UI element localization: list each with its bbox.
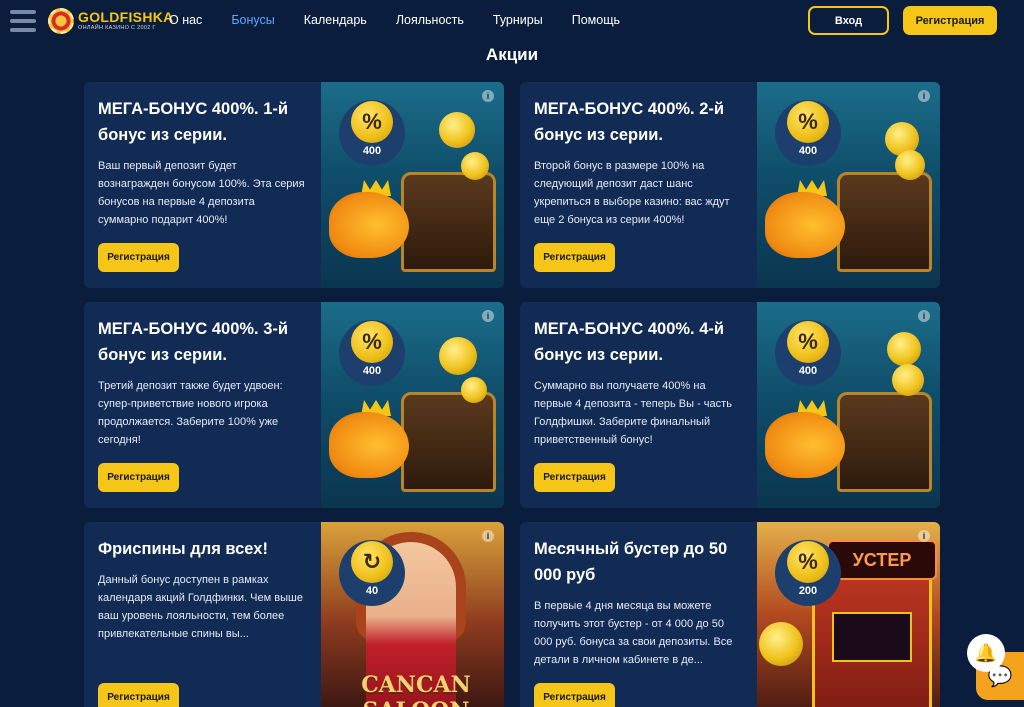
promo-image[interactable]: % 400 i xyxy=(757,302,940,508)
nav-link-help[interactable]: Помощь xyxy=(572,12,620,28)
promo-title: МЕГА-БОНУС 400%. 4-й бонус из серии. xyxy=(534,320,725,364)
promo-description: Третий депозит также будет удвоен: супер… xyxy=(98,380,283,446)
promo-title: МЕГА-БОНУС 400%. 3-й бонус из серии. xyxy=(98,320,289,364)
bonus-badge: ↻ 40 xyxy=(339,540,405,606)
promo-title: Месячный бустер до 50 000 руб xyxy=(534,540,728,584)
gold-coin-image xyxy=(759,622,803,666)
goldfish-image xyxy=(765,192,845,258)
site-logo[interactable]: GOLDFISHKA ОНЛАЙН КАЗИНО С 2002 Г xyxy=(48,6,174,36)
badge-value: 200 xyxy=(798,585,818,597)
badge-value: 400 xyxy=(362,365,382,377)
percent-coin-icon: % xyxy=(351,101,393,143)
promo-title: Фриспины для всех! xyxy=(98,540,268,558)
info-icon[interactable]: i xyxy=(482,310,494,322)
promo-image[interactable]: % 400 i xyxy=(321,82,504,288)
info-icon[interactable]: i xyxy=(482,530,494,542)
promo-register-button[interactable]: Регистрация xyxy=(98,683,179,707)
casino-chip-icon xyxy=(48,8,74,34)
percent-coin-icon: % xyxy=(787,101,829,143)
promo-register-button[interactable]: Регистрация xyxy=(534,463,615,492)
treasure-chest-image xyxy=(401,172,496,272)
promo-card: Фриспины для всех! Данный бонус доступен… xyxy=(84,522,504,707)
promo-register-button[interactable]: Регистрация xyxy=(534,683,615,707)
cancan-saloon-logo: CANCAN SALOON xyxy=(361,672,471,707)
treasure-chest-image xyxy=(837,172,932,272)
nav-link-bonuses[interactable]: Бонусы xyxy=(231,12,274,28)
promo-image[interactable]: CANCAN SALOON ↻ 40 i xyxy=(321,522,504,707)
gold-coin-image xyxy=(439,337,477,375)
badge-value: 400 xyxy=(798,365,818,377)
hamburger-menu-icon[interactable] xyxy=(10,10,36,32)
promo-register-button[interactable]: Регистрация xyxy=(98,463,179,492)
nav-link-calendar[interactable]: Календарь xyxy=(304,12,367,28)
badge-value: 40 xyxy=(365,585,379,597)
bell-icon[interactable]: 🔔 xyxy=(967,634,1005,672)
promo-image[interactable]: УСТЕР % 200 i xyxy=(757,522,940,707)
gold-coin-image xyxy=(892,364,924,396)
promo-card: МЕГА-БОНУС 400%. 2-й бонус из серии. Вто… xyxy=(520,82,940,288)
gold-coin-image xyxy=(895,150,925,180)
slot-screen-image xyxy=(832,612,912,662)
nav-link-about[interactable]: О нас xyxy=(169,12,202,28)
treasure-chest-image xyxy=(837,392,932,492)
promo-description: Данный бонус доступен в рамках календаря… xyxy=(98,574,303,640)
promo-card: Месячный бустер до 50 000 руб В первые 4… xyxy=(520,522,940,707)
promo-image[interactable]: % 400 i xyxy=(321,302,504,508)
promo-description: Суммарно вы получаете 400% на первые 4 д… xyxy=(534,380,732,446)
promo-card: МЕГА-БОНУС 400%. 4-й бонус из серии. Сум… xyxy=(520,302,940,508)
gold-coin-image xyxy=(439,112,475,148)
promo-description: Второй бонус в размере 100% на следующий… xyxy=(534,160,730,226)
refresh-coin-icon: ↻ xyxy=(351,541,393,583)
page-title: Акции xyxy=(485,45,539,64)
goldfish-image xyxy=(329,412,409,478)
gold-coin-image xyxy=(887,332,921,366)
promo-image[interactable]: % 400 i xyxy=(757,82,940,288)
booster-sign: УСТЕР xyxy=(827,540,937,580)
goldfish-image xyxy=(765,412,845,478)
percent-coin-icon: % xyxy=(787,321,829,363)
promo-description: В первые 4 дня месяца вы можете получить… xyxy=(534,600,733,666)
promo-register-button[interactable]: Регистрация xyxy=(98,243,179,272)
login-button[interactable]: Вход xyxy=(808,6,889,35)
promo-title: МЕГА-БОНУС 400%. 1-й бонус из серии. xyxy=(98,100,289,144)
promo-register-button[interactable]: Регистрация xyxy=(534,243,615,272)
bonus-badge: % 400 xyxy=(775,100,841,166)
promo-card: МЕГА-БОНУС 400%. 3-й бонус из серии. Тре… xyxy=(84,302,504,508)
info-icon[interactable]: i xyxy=(482,90,494,102)
register-button[interactable]: Регистрация xyxy=(903,6,997,35)
promo-card: МЕГА-БОНУС 400%. 1-й бонус из серии. Ваш… xyxy=(84,82,504,288)
logo-subtitle: ОНЛАЙН КАЗИНО С 2002 Г xyxy=(78,25,156,31)
info-icon[interactable]: i xyxy=(918,530,930,542)
nav-link-tournaments[interactable]: Турниры xyxy=(493,12,543,28)
bonus-badge: % 400 xyxy=(339,320,405,386)
percent-coin-icon: % xyxy=(351,321,393,363)
promo-title: МЕГА-БОНУС 400%. 2-й бонус из серии. xyxy=(534,100,725,144)
logo-name: GOLDFISHKA xyxy=(78,9,174,25)
badge-value: 400 xyxy=(362,145,382,157)
bonus-badge: % 200 xyxy=(775,540,841,606)
info-icon[interactable]: i xyxy=(918,90,930,102)
nav-link-loyalty[interactable]: Лояльность xyxy=(396,12,464,28)
site-header: GOLDFISHKA ОНЛАЙН КАЗИНО С 2002 Г О нас … xyxy=(0,0,1024,44)
bonus-badge: % 400 xyxy=(775,320,841,386)
badge-value: 400 xyxy=(798,145,818,157)
treasure-chest-image xyxy=(401,392,496,492)
goldfish-image xyxy=(329,192,409,258)
info-icon[interactable]: i xyxy=(918,310,930,322)
bonus-badge: % 400 xyxy=(339,100,405,166)
promo-description: Ваш первый депозит будет вознагражден бо… xyxy=(98,160,305,226)
gold-coin-image xyxy=(461,377,487,403)
main-nav: О нас Бонусы Календарь Лояльность Турнир… xyxy=(169,12,649,28)
gold-coin-image xyxy=(461,152,489,180)
percent-coin-icon: % xyxy=(787,541,829,583)
